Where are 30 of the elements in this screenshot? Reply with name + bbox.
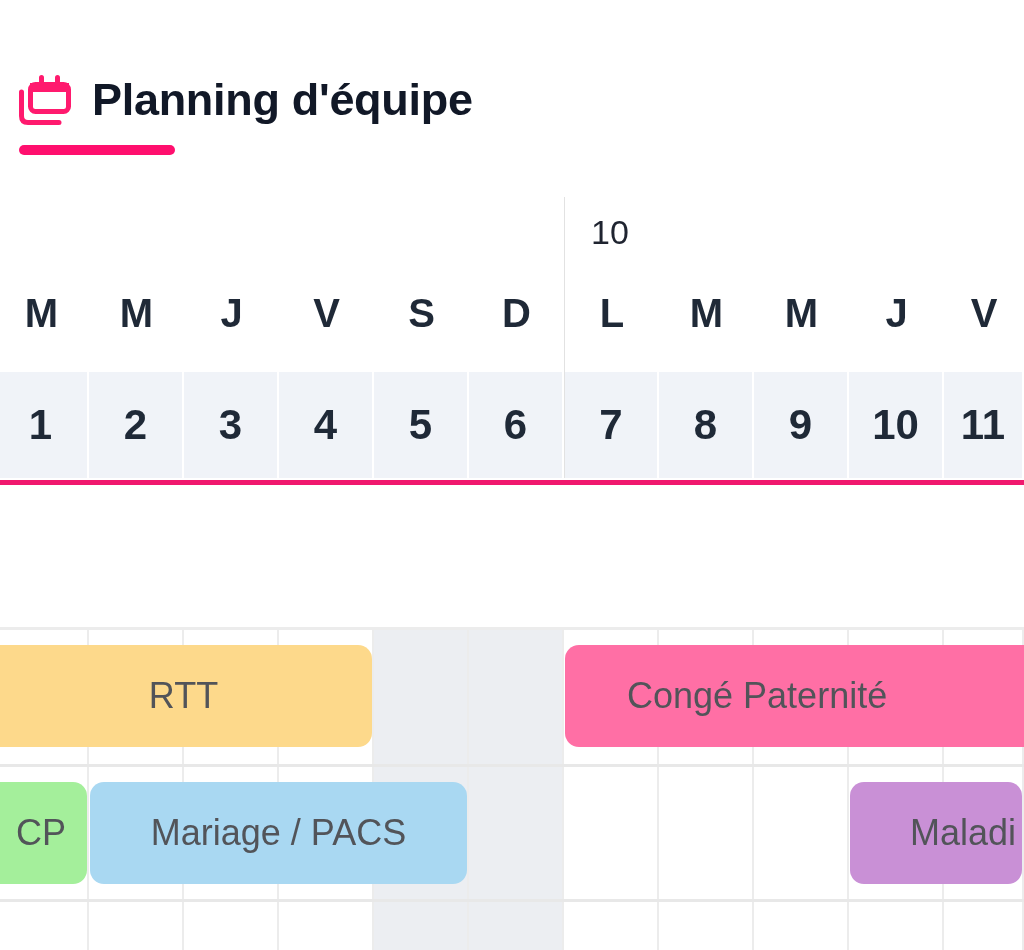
date-cell: 11 (944, 372, 1024, 478)
weekday-letter: J (220, 290, 243, 336)
date-cell: 6 (469, 372, 564, 478)
date-cell: 10 (849, 372, 944, 478)
event-bar[interactable]: RTT (0, 645, 372, 747)
weekday-letter: M (24, 290, 59, 336)
week-number: 10 (591, 213, 629, 252)
event-bar[interactable]: CP (0, 782, 87, 884)
date-cell: 8 (659, 372, 754, 478)
weekday-letter: D (502, 290, 531, 336)
weekday-letter: M (689, 290, 724, 336)
date-cell: 4 (279, 372, 374, 478)
date-cell: 7 (564, 372, 659, 478)
event-bar[interactable]: Maladi (850, 782, 1022, 884)
date-cell: 1 (0, 372, 89, 478)
calendar-icon (19, 75, 71, 125)
date-cell: 2 (89, 372, 184, 478)
date-cell: 3 (184, 372, 279, 478)
weekday-letter: S (408, 290, 435, 336)
weekday-letter: M (119, 290, 154, 336)
weekday-letter: L (599, 290, 625, 336)
event-bar[interactable]: Mariage / PACS (90, 782, 467, 884)
event-bar[interactable]: Congé Paternité (565, 645, 1024, 747)
weekday-letter: J (885, 290, 908, 336)
date-cell: 5 (374, 372, 469, 478)
date-cell: 9 (754, 372, 849, 478)
weekday-letter: V (313, 290, 340, 336)
weekday-letter: V (970, 290, 998, 336)
weekday-letter: M (784, 290, 819, 336)
page-title: Planning d'équipe (92, 74, 473, 126)
